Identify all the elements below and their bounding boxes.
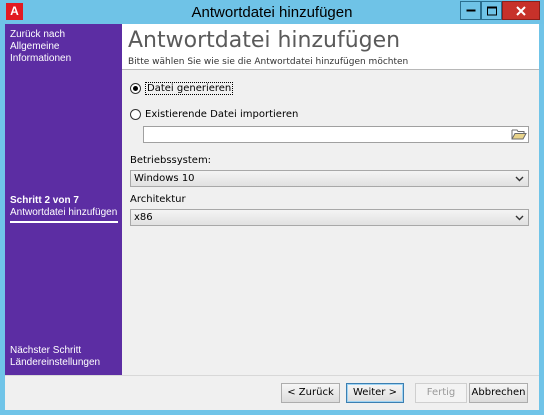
- page-title: Antwortdatei hinzufügen: [128, 28, 401, 53]
- arch-select-value: x86: [134, 212, 153, 223]
- finish-button[interactable]: Fertig: [415, 383, 467, 403]
- browse-button[interactable]: [511, 128, 527, 141]
- minimize-icon: [466, 9, 475, 11]
- next-step-link[interactable]: Nächster Schritt Ländereinstellungen: [10, 345, 120, 369]
- import-file-radio[interactable]: [130, 108, 141, 120]
- arch-select[interactable]: x86: [130, 209, 529, 226]
- previous-step-link[interactable]: Zurück nach Allgemeine Informationen: [10, 29, 120, 65]
- dialog-window: A Antwortdatei hinzufügen Zurück nach Al…: [0, 0, 544, 415]
- wizard-footer: < Zurück Weiter > Fertig Abbrechen: [5, 375, 539, 410]
- page-subtitle: Bitte wählen Sie wie sie die Antwortdate…: [128, 57, 409, 67]
- chevron-down-icon: [515, 176, 524, 182]
- os-label: Betriebssystem:: [130, 155, 212, 166]
- import-file-option[interactable]: Existierende Datei importieren: [130, 107, 298, 121]
- next-button[interactable]: Weiter >: [346, 383, 404, 403]
- title-bar[interactable]: A Antwortdatei hinzufügen: [0, 0, 544, 24]
- current-step: Schritt 2 von 7 Antwortdatei hinzufügen: [10, 195, 118, 223]
- import-path-input[interactable]: [144, 128, 504, 143]
- maximize-icon: [486, 6, 497, 15]
- generate-file-option[interactable]: Datei generieren: [130, 81, 234, 95]
- wizard-header: Antwortdatei hinzufügen Bitte wählen Sie…: [122, 24, 539, 70]
- next-step-caption: Nächster Schritt: [10, 345, 82, 356]
- close-icon: [516, 5, 526, 16]
- generate-file-radio[interactable]: [130, 82, 141, 94]
- wizard-content: Antwortdatei hinzufügen Bitte wählen Sie…: [122, 24, 539, 375]
- dialog-client-area: Zurück nach Allgemeine Informationen Sch…: [5, 24, 539, 410]
- import-path-field[interactable]: [143, 126, 529, 143]
- folder-open-icon: [511, 129, 527, 140]
- import-file-label: Existierende Datei importieren: [145, 108, 299, 120]
- previous-step-name: Allgemeine Informationen: [10, 41, 72, 64]
- generate-file-label: Datei generieren: [145, 81, 234, 95]
- maximize-button[interactable]: [481, 1, 502, 20]
- close-button[interactable]: [502, 1, 540, 20]
- previous-step-caption: Zurück nach: [10, 29, 66, 40]
- os-select-value: Windows 10: [134, 173, 195, 184]
- current-step-name: Antwortdatei hinzufügen: [10, 207, 118, 218]
- chevron-down-icon: [515, 215, 524, 221]
- arch-label: Architektur: [130, 194, 186, 205]
- minimize-button[interactable]: [460, 1, 481, 20]
- back-button[interactable]: < Zurück: [281, 383, 340, 403]
- next-step-name: Ländereinstellungen: [10, 357, 101, 368]
- cancel-button[interactable]: Abbrechen: [469, 383, 528, 403]
- os-select[interactable]: Windows 10: [130, 170, 529, 187]
- current-step-counter: Schritt 2 von 7: [10, 195, 79, 206]
- wizard-sidebar: Zurück nach Allgemeine Informationen Sch…: [5, 24, 122, 375]
